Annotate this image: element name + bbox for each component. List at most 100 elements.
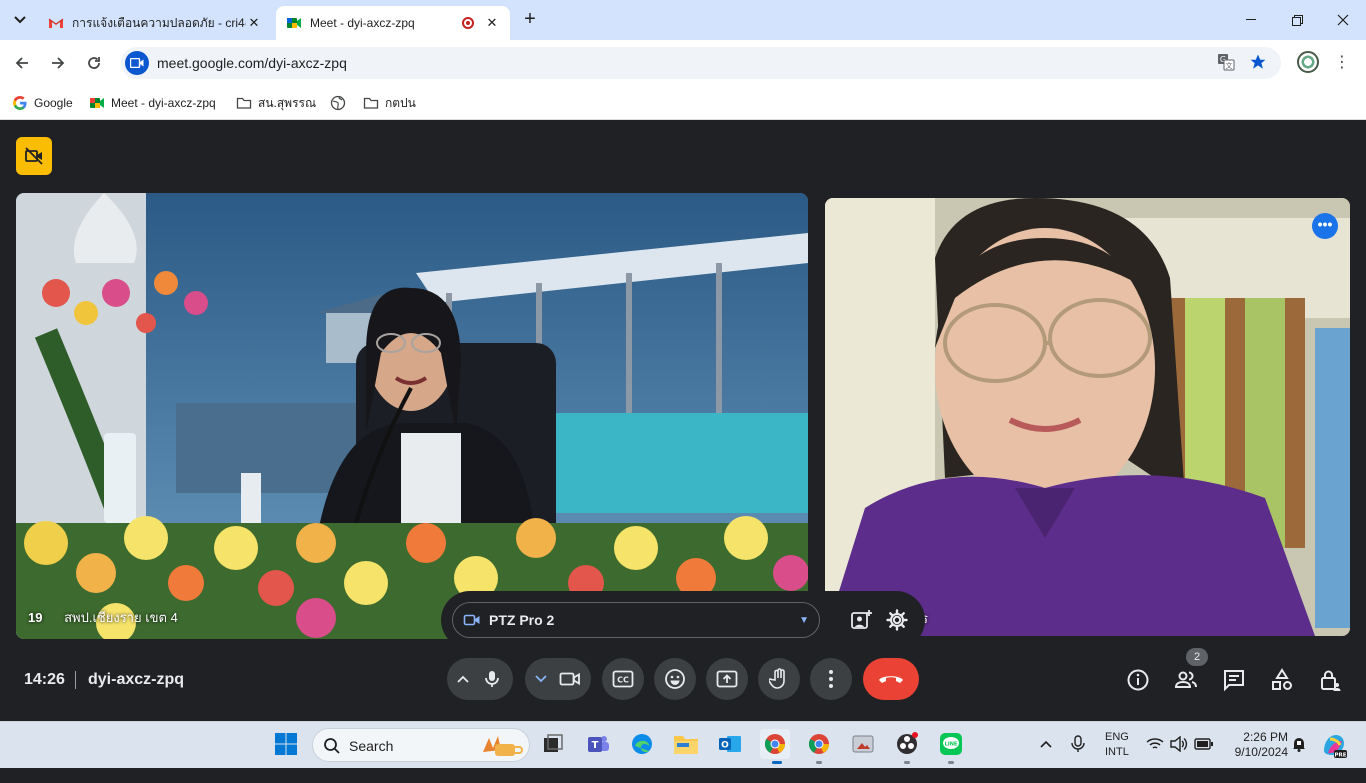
- bookmark-label: Google: [34, 96, 73, 110]
- notification-icon[interactable]: [1292, 736, 1306, 782]
- video-camera-icon: [130, 58, 144, 68]
- clock-time: 2:26 PM: [1243, 730, 1288, 744]
- edge-icon: [632, 734, 652, 754]
- close-window-button[interactable]: [1320, 0, 1366, 40]
- input-language-indicator[interactable]: ENG INTL: [1105, 730, 1129, 776]
- taskbar-search[interactable]: Search: [312, 728, 530, 762]
- visual-effects-button[interactable]: [849, 608, 873, 632]
- camera-button[interactable]: [551, 660, 589, 698]
- svg-text:文: 文: [1226, 61, 1233, 70]
- host-controls-button[interactable]: [1318, 668, 1342, 692]
- microphone-button[interactable]: [473, 660, 511, 698]
- emoji-icon: [665, 669, 685, 689]
- captions-button[interactable]: CC: [602, 658, 644, 700]
- minimize-button[interactable]: [1228, 0, 1274, 40]
- close-tab-icon[interactable]: ✕: [246, 15, 262, 31]
- browser-menu-icon[interactable]: ⋮: [1334, 52, 1350, 72]
- show-hidden-icons-button[interactable]: [1038, 736, 1054, 782]
- meeting-time: 14:26: [24, 671, 65, 688]
- gear-icon: [886, 609, 908, 631]
- search-label: Search: [349, 738, 394, 754]
- closed-captions-icon: CC: [612, 670, 634, 688]
- profile-avatar-icon[interactable]: [1297, 51, 1319, 73]
- recording-indicator-icon: [462, 17, 474, 29]
- participant-tile[interactable]: 19 สพป.เชียงราย เขต 4: [16, 193, 808, 639]
- restore-icon: [1291, 14, 1303, 26]
- audio-options-button[interactable]: [453, 671, 473, 687]
- arrow-left-icon: [15, 57, 28, 69]
- wifi-icon[interactable]: [1146, 737, 1164, 783]
- info-icon: [1127, 669, 1149, 691]
- reactions-button[interactable]: [654, 658, 696, 700]
- teams-app[interactable]: T: [584, 730, 612, 758]
- microphone-control-group: [447, 658, 513, 700]
- translate-icon[interactable]: G文: [1216, 53, 1236, 73]
- tab-title: Meet - dyi-axcz-zpq: [310, 16, 415, 30]
- task-view-button[interactable]: [539, 730, 567, 758]
- video-options-button[interactable]: [531, 671, 551, 687]
- lock-person-icon: [1321, 670, 1341, 691]
- close-tab-icon[interactable]: ✕: [484, 15, 500, 31]
- edge-app[interactable]: [628, 730, 656, 758]
- chat-button[interactable]: [1222, 668, 1246, 692]
- raise-hand-button[interactable]: [758, 658, 800, 700]
- microphone-tray-icon[interactable]: [1070, 735, 1086, 781]
- gmail-icon: [48, 18, 64, 28]
- no-video-badge[interactable]: [16, 137, 52, 175]
- more-options-button[interactable]: •••: [1312, 213, 1338, 239]
- bookmark-label: กตปน: [385, 95, 416, 110]
- bookmark-folder[interactable]: กตปน: [363, 93, 416, 113]
- screenshot-icon: [852, 735, 874, 753]
- meeting-details-button[interactable]: [1126, 668, 1150, 692]
- battery-icon[interactable]: [1194, 737, 1214, 783]
- start-button[interactable]: [272, 730, 300, 758]
- line-app[interactable]: LINE: [937, 730, 965, 758]
- volume-icon[interactable]: [1170, 735, 1188, 782]
- divider: [75, 671, 76, 689]
- present-screen-button[interactable]: [706, 658, 748, 700]
- bookmark-meet[interactable]: Meet - dyi-axcz-zpq: [89, 93, 216, 113]
- forward-button[interactable]: [46, 51, 70, 75]
- bookmark-globe[interactable]: [330, 93, 352, 113]
- restore-button[interactable]: [1274, 0, 1320, 40]
- svg-text:O: O: [721, 741, 729, 751]
- close-icon: [1337, 14, 1349, 26]
- tab-meet[interactable]: Meet - dyi-axcz-zpq ✕: [276, 6, 510, 40]
- more-options-button[interactable]: [810, 658, 852, 700]
- tab-gmail[interactable]: การแจ้งเตือนความปลอดภัย - cri4@ ✕: [38, 6, 272, 40]
- file-explorer-app[interactable]: [672, 730, 700, 758]
- address-bar[interactable]: meet.google.com/dyi-axcz-zpq G文: [121, 47, 1281, 79]
- bookmark-google[interactable]: Google: [12, 93, 73, 113]
- url-text[interactable]: meet.google.com/dyi-axcz-zpq: [157, 55, 347, 71]
- participants-button[interactable]: [1174, 668, 1198, 692]
- bookmark-star-icon[interactable]: [1248, 53, 1268, 73]
- folder-icon: [236, 97, 252, 109]
- outlook-app[interactable]: O: [716, 730, 744, 758]
- settings-button[interactable]: [885, 608, 909, 632]
- bookmarks-bar: Google Meet - dyi-axcz-zpq สน.สุพรรณ กตป…: [0, 86, 1366, 120]
- tab-search-button[interactable]: [8, 8, 32, 32]
- obs-app[interactable]: [893, 730, 921, 758]
- copilot-icon[interactable]: PRE: [1320, 731, 1348, 777]
- new-tab-button[interactable]: +: [518, 8, 542, 32]
- svg-text:T: T: [592, 740, 599, 751]
- bookmark-label: สน.สุพรรณ: [258, 95, 317, 110]
- activities-button[interactable]: [1270, 668, 1294, 692]
- tab-title: การแจ้งเตือนความปลอดภัย - cri4@: [72, 15, 246, 30]
- taskbar-clock[interactable]: 2:26 PM 9/10/2024: [1224, 730, 1288, 776]
- line-icon: LINE: [940, 733, 962, 755]
- participant-tile[interactable]: ••• ร: [825, 198, 1350, 636]
- leave-call-button[interactable]: [863, 658, 919, 700]
- visual-effects-icon: [851, 610, 872, 629]
- chrome-icon: [764, 734, 785, 754]
- video-off-icon: [25, 147, 43, 165]
- bookmark-folder[interactable]: สน.สุพรรณ: [236, 93, 316, 113]
- chrome-app[interactable]: [760, 729, 790, 759]
- reload-button[interactable]: [82, 51, 106, 75]
- camera-select[interactable]: PTZ Pro 2 ▼: [452, 602, 820, 638]
- snipping-app[interactable]: [849, 730, 877, 758]
- chrome-profile-app[interactable]: [805, 730, 833, 758]
- back-button[interactable]: [10, 51, 34, 75]
- site-info-icon[interactable]: [125, 51, 149, 75]
- raise-hand-icon: [769, 668, 785, 689]
